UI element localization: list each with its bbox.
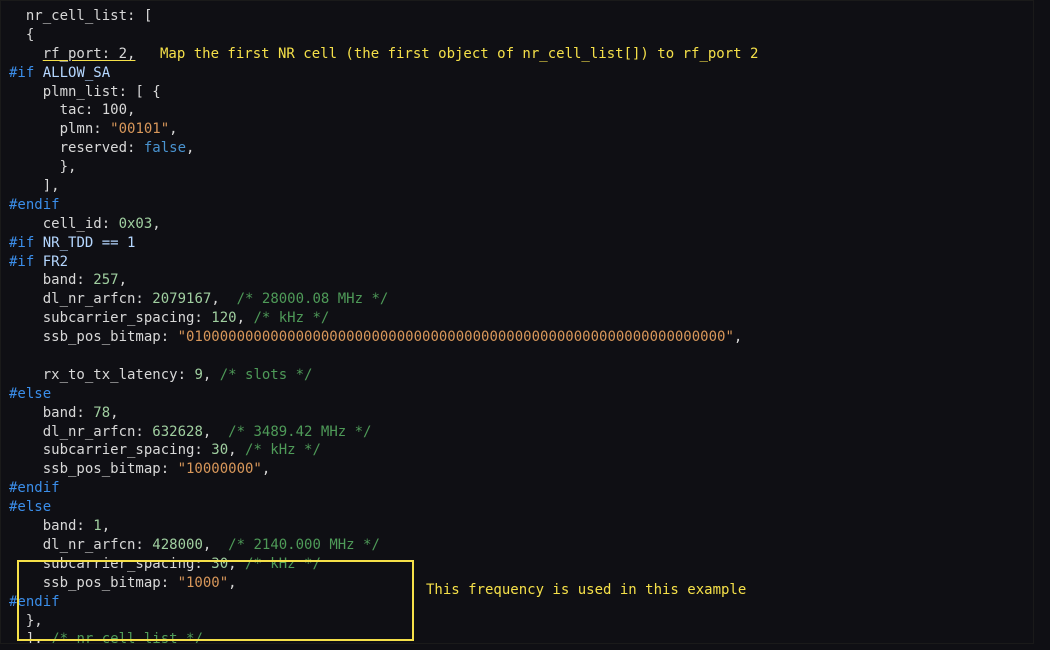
line: reserved: false, [9, 140, 194, 156]
line: }, [9, 613, 43, 629]
preproc: #endif [9, 197, 60, 213]
line: ssb_pos_bitmap: "01000000000000000000000… [9, 329, 742, 345]
line: { [9, 27, 34, 43]
line: ], /* nr_cell_list */ [9, 631, 203, 644]
preproc: #endif [9, 480, 60, 496]
blank-line [9, 348, 17, 364]
rf-port-highlight: rf_port: 2, [43, 46, 136, 62]
code-block: nr_cell_list: [ { rf_port: 2, #if ALLOW_… [0, 0, 1034, 644]
preproc: #if FR2 [9, 254, 68, 270]
line: subcarrier_spacing: 120, /* kHz */ [9, 310, 329, 326]
line: plmn_list: [ { [9, 84, 161, 100]
line: ssb_pos_bitmap: "1000", [9, 575, 237, 591]
line: band: 257, [9, 272, 127, 288]
line: rf_port: 2, [9, 46, 135, 62]
line: plmn: "00101", [9, 121, 178, 137]
line: band: 78, [9, 405, 119, 421]
line: dl_nr_arfcn: 428000, /* 2140.000 MHz */ [9, 537, 380, 553]
line: subcarrier_spacing: 30, /* kHz */ [9, 556, 321, 572]
line: subcarrier_spacing: 30, /* kHz */ [9, 442, 321, 458]
line: tac: 100, [9, 102, 135, 118]
annotation-frequency: This frequency is used in this example [426, 581, 746, 600]
line: cell_id: 0x03, [9, 216, 161, 232]
line: dl_nr_arfcn: 2079167, /* 28000.08 MHz */ [9, 291, 388, 307]
preproc: #else [9, 499, 51, 515]
line: ], [9, 178, 60, 194]
preproc: #else [9, 386, 51, 402]
line: ssb_pos_bitmap: "10000000", [9, 461, 270, 477]
line: band: 1, [9, 518, 110, 534]
code-lines: nr_cell_list: [ { rf_port: 2, #if ALLOW_… [9, 7, 1025, 644]
annotation-rf-port: Map the first NR cell (the first object … [160, 45, 758, 64]
line: dl_nr_arfcn: 632628, /* 3489.42 MHz */ [9, 424, 371, 440]
preproc: #if ALLOW_SA [9, 65, 110, 81]
preproc: #if NR_TDD == 1 [9, 235, 135, 251]
preproc: #endif [9, 594, 60, 610]
line: }, [9, 159, 76, 175]
line: nr_cell_list: [ [9, 8, 152, 24]
line: rx_to_tx_latency: 9, /* slots */ [9, 367, 312, 383]
